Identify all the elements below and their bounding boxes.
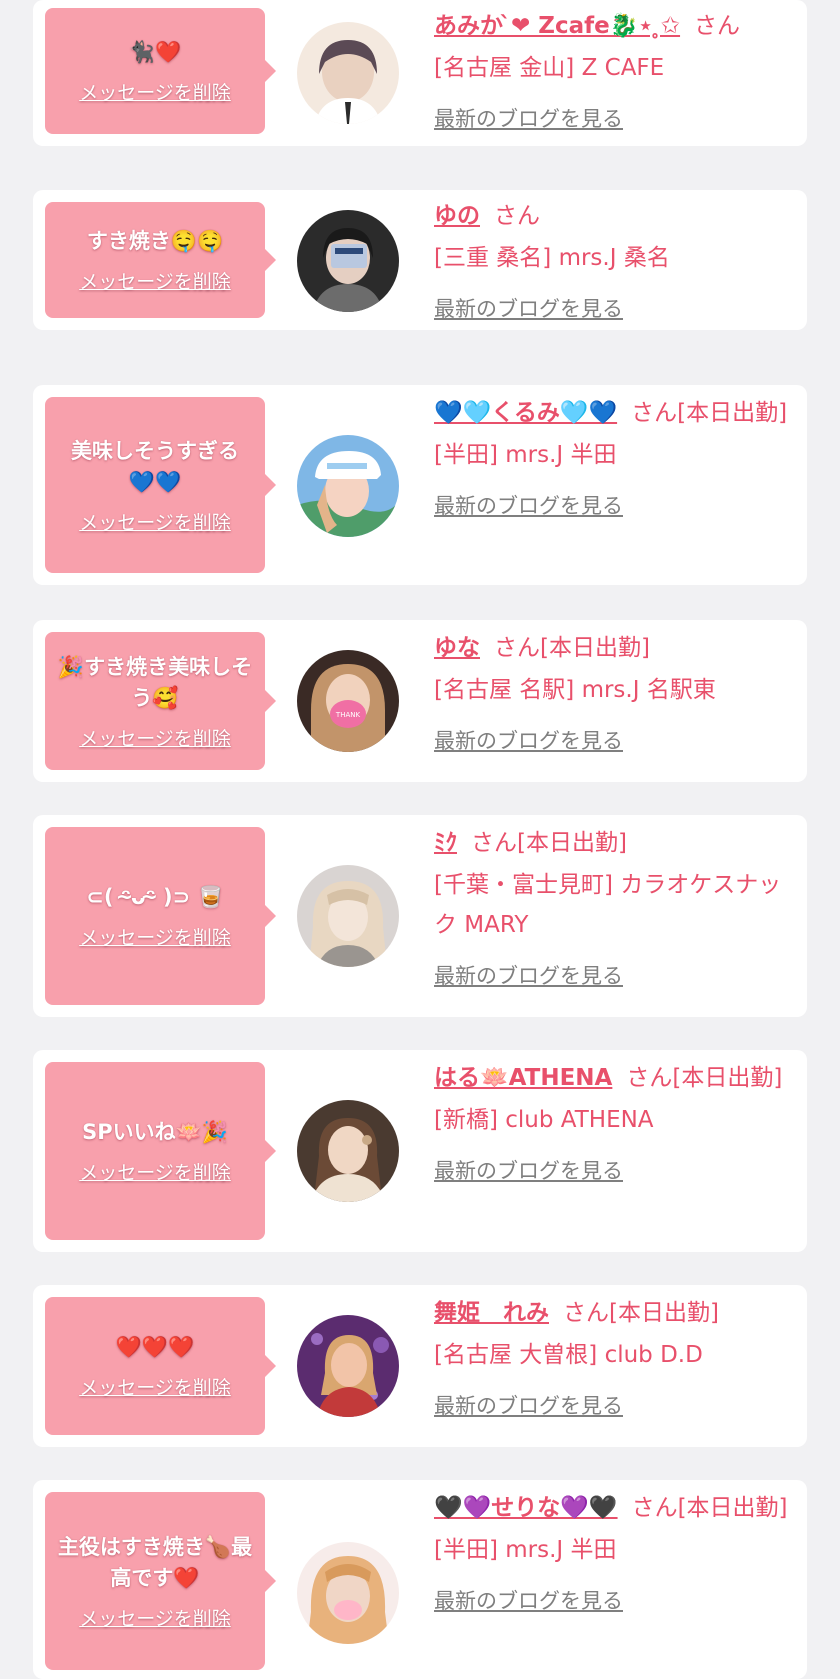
honorific: さん[本日出勤] (494, 635, 650, 661)
honorific: さん (494, 203, 540, 229)
sender-name-link[interactable]: ﾐｸ (434, 830, 457, 856)
delete-message-link[interactable]: メッセージを削除 (79, 1373, 231, 1400)
latest-blog-link[interactable]: 最新のブログを見る (434, 489, 796, 523)
sender-info: 🖤💜せりな💜🖤 さん[本日出勤] [半田] mrs.J 半田 最新のブログを見る (434, 1488, 796, 1618)
message-text: 🐈‍⬛❤️ (128, 40, 182, 64)
sender-info: ゆな さん[本日出勤] [名古屋 名駅] mrs.J 名駅東 最新のブログを見る (434, 628, 796, 758)
message-feed: 🐈‍⬛❤️ メッセージを削除 あみか ̀❤︎ Zcafe🐉⋆ ̥✩ さん [名古屋… (0, 0, 840, 1679)
shop-label: [半田] mrs.J 半田 (434, 442, 617, 468)
message-text: すき焼き🤤🤤 (86, 229, 224, 253)
message-text: 美味しそうすぎる💙💙 (71, 438, 239, 494)
latest-blog-link[interactable]: 最新のブログを見る (434, 102, 796, 136)
message-text: 主役はすき焼き🍗最高です❤️ (57, 1534, 253, 1590)
shop-label: [千葉・富士見町] カラオケスナック MARY (434, 872, 782, 938)
svg-text:THANK: THANK (335, 711, 361, 719)
message-card: SPいいね🪷🎉 メッセージを削除 はる🪷ATHENA さん[本日出勤] [新橋] … (33, 1050, 807, 1252)
honorific: さん[本日出勤] (631, 400, 788, 426)
message-bubble: 主役はすき焼き🍗最高です❤️ メッセージを削除 (45, 1492, 276, 1670)
message-bubble: 🐈‍⬛❤️ メッセージを削除 (45, 8, 276, 134)
message-card: すき焼き🤤🤤 メッセージを削除 ゆの さん [三重 桑名] mrs.J 桑名 最新… (33, 190, 807, 330)
avatar[interactable] (297, 1315, 399, 1417)
avatar[interactable] (297, 210, 399, 312)
message-card: 美味しそうすぎる💙💙 メッセージを削除 💙🩵くるみ🩵💙 さん[本日出勤] [半田]… (33, 385, 807, 585)
honorific: さん[本日出勤] (631, 1495, 788, 1521)
shop-label: [新橋] club ATHENA (434, 1107, 654, 1133)
delete-message-link[interactable]: メッセージを削除 (79, 1158, 231, 1185)
sender-name-link[interactable]: はる🪷ATHENA (434, 1065, 612, 1091)
message-bubble: 美味しそうすぎる💙💙 メッセージを削除 (45, 397, 276, 573)
latest-blog-link[interactable]: 最新のブログを見る (434, 1584, 796, 1618)
avatar[interactable] (297, 22, 399, 124)
message-bubble: ⊂( ᵔ̴ᴗᵔ̴ )⊃ 🥃 メッセージを削除 (45, 827, 276, 1005)
sender-info: あみか ̀❤︎ Zcafe🐉⋆ ̥✩ さん [名古屋 金山] Z CAFE 最新の… (434, 6, 796, 136)
delete-message-link[interactable]: メッセージを削除 (79, 78, 231, 105)
message-card: 主役はすき焼き🍗最高です❤️ メッセージを削除 🖤💜せりな💜🖤 さん[本日出勤] … (33, 1480, 807, 1679)
shop-label: [名古屋 金山] Z CAFE (434, 55, 665, 81)
message-bubble: ❤️❤️❤️ メッセージを削除 (45, 1297, 276, 1435)
sender-name-link[interactable]: あみか ̀❤︎ Zcafe🐉⋆ ̥✩ (434, 13, 680, 39)
latest-blog-link[interactable]: 最新のブログを見る (434, 292, 796, 326)
shop-label: [名古屋 大曽根] club D.D (434, 1342, 703, 1368)
sender-info: ﾐｸ さん[本日出勤] [千葉・富士見町] カラオケスナック MARY 最新のブロ… (434, 823, 796, 993)
avatar[interactable]: THANK (297, 650, 399, 752)
sender-info: はる🪷ATHENA さん[本日出勤] [新橋] club ATHENA 最新のブロ… (434, 1058, 796, 1188)
message-card: 🎉すき焼き美味しそう🥰 メッセージを削除 THANK ゆな さん[本日出勤] [名… (33, 620, 807, 782)
message-text: ❤️❤️❤️ (115, 1335, 195, 1359)
latest-blog-link[interactable]: 最新のブログを見る (434, 1389, 796, 1423)
delete-message-link[interactable]: メッセージを削除 (79, 923, 231, 950)
latest-blog-link[interactable]: 最新のブログを見る (434, 1154, 796, 1188)
sender-name-link[interactable]: ゆの (434, 203, 480, 229)
sender-name-link[interactable]: 💙🩵くるみ🩵💙 (434, 400, 617, 426)
shop-label: [名古屋 名駅] mrs.J 名駅東 (434, 677, 716, 703)
sender-name-link[interactable]: ゆな (434, 635, 480, 661)
sender-info: ゆの さん [三重 桑名] mrs.J 桑名 最新のブログを見る (434, 196, 796, 326)
message-text: ⊂( ᵔ̴ᴗᵔ̴ )⊃ 🥃 (86, 885, 224, 909)
delete-message-link[interactable]: メッセージを削除 (79, 267, 231, 294)
latest-blog-link[interactable]: 最新のブログを見る (434, 959, 796, 993)
message-text: 🎉すき焼き美味しそう🥰 (57, 654, 253, 710)
shop-label: [半田] mrs.J 半田 (434, 1537, 617, 1563)
shop-label: [三重 桑名] mrs.J 桑名 (434, 245, 670, 271)
message-card: ❤️❤️❤️ メッセージを削除 舞姫 れみ さん[本日出勤] [名古屋 大曽根] … (33, 1285, 807, 1447)
sender-info: 💙🩵くるみ🩵💙 さん[本日出勤] [半田] mrs.J 半田 最新のブログを見る (434, 393, 796, 523)
delete-message-link[interactable]: メッセージを削除 (79, 724, 231, 751)
latest-blog-link[interactable]: 最新のブログを見る (434, 724, 796, 758)
delete-message-link[interactable]: メッセージを削除 (79, 1604, 231, 1631)
sender-name-link[interactable]: 舞姫 れみ (434, 1300, 549, 1326)
honorific: さん (694, 13, 741, 39)
delete-message-link[interactable]: メッセージを削除 (79, 508, 231, 535)
message-text: SPいいね🪷🎉 (82, 1120, 228, 1144)
message-bubble: すき焼き🤤🤤 メッセージを削除 (45, 202, 276, 318)
message-card: 🐈‍⬛❤️ メッセージを削除 あみか ̀❤︎ Zcafe🐉⋆ ̥✩ さん [名古屋… (33, 0, 807, 146)
avatar[interactable] (297, 1100, 399, 1202)
avatar[interactable] (297, 865, 399, 967)
honorific: さん[本日出勤] (563, 1300, 719, 1326)
honorific: さん[本日出勤] (626, 1065, 783, 1091)
honorific: さん[本日出勤] (471, 830, 627, 856)
sender-name-link[interactable]: 🖤💜せりな💜🖤 (434, 1495, 618, 1521)
avatar[interactable] (297, 435, 399, 537)
message-bubble: SPいいね🪷🎉 メッセージを削除 (45, 1062, 276, 1240)
message-bubble: 🎉すき焼き美味しそう🥰 メッセージを削除 (45, 632, 276, 770)
sender-info: 舞姫 れみ さん[本日出勤] [名古屋 大曽根] club D.D 最新のブログを… (434, 1293, 796, 1423)
avatar[interactable] (297, 1542, 399, 1644)
message-card: ⊂( ᵔ̴ᴗᵔ̴ )⊃ 🥃 メッセージを削除 ﾐｸ さん[本日出勤] [千葉・富士… (33, 815, 807, 1017)
